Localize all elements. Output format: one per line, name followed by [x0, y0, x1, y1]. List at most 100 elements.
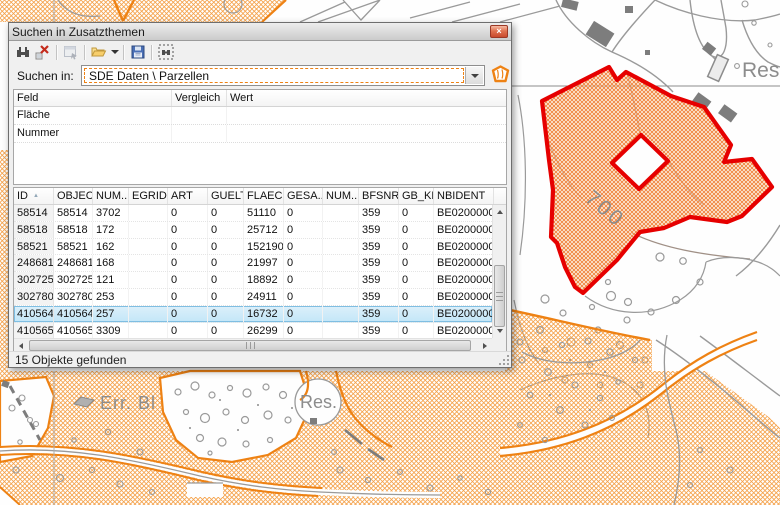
result-cell — [129, 222, 168, 238]
status-text: 15 Objekte gefunden — [15, 353, 126, 367]
result-row[interactable]: 58521585211620015219003590BE020000005 — [14, 239, 492, 256]
layer-symbol-button[interactable] — [491, 65, 510, 84]
result-cell: 410565 — [14, 323, 54, 338]
result-cell: BE020000005 — [434, 272, 492, 288]
result-cell: 410564 — [54, 306, 93, 322]
horizontal-scrollbar[interactable] — [14, 338, 492, 352]
result-cell — [129, 239, 168, 255]
fields-table-header[interactable]: FeldVergleichWert — [14, 90, 506, 107]
toolbar-separator — [123, 45, 125, 60]
combobox-dropdown-button[interactable] — [465, 67, 483, 84]
result-cell: 0 — [168, 272, 208, 288]
dialog-titlebar[interactable]: Suchen in Zusatzthemen × — [9, 23, 511, 41]
result-cell: 0 — [399, 323, 434, 338]
result-cell — [323, 255, 359, 271]
field-cell: Nummer — [14, 125, 172, 142]
scroll-down-button[interactable] — [493, 324, 507, 338]
results-column-header[interactable]: NUM... — [93, 188, 129, 204]
save-button[interactable] — [128, 43, 148, 61]
result-cell: 16732 — [244, 306, 284, 322]
chevron-down-icon — [111, 50, 119, 54]
results-column-header[interactable]: ART — [168, 188, 208, 204]
result-cell: 0 — [208, 272, 244, 288]
result-row[interactable]: 58514585143702005111003590BE020000005 — [14, 205, 492, 222]
close-button[interactable]: × — [490, 25, 508, 38]
field-row[interactable]: Nummer — [14, 125, 506, 143]
find-in-view-icon — [158, 44, 174, 60]
vertical-scrollbar-thumb[interactable] — [494, 265, 505, 327]
result-cell: 0 — [284, 306, 323, 322]
result-cell: BE020000005 — [434, 205, 492, 221]
result-cell: 21997 — [244, 255, 284, 271]
result-row[interactable]: 410564410564257001673203590BE020000005 — [14, 306, 492, 323]
result-cell: 0 — [208, 205, 244, 221]
scroll-up-button[interactable] — [493, 205, 507, 219]
resize-grip[interactable] — [498, 354, 510, 366]
result-cell: 257 — [93, 306, 129, 322]
result-cell: 18892 — [244, 272, 284, 288]
results-column-header[interactable]: GESA... — [284, 188, 323, 204]
results-table-header[interactable]: ID▲OBJEC...NUM...EGRIDARTGUELT...FLAEC..… — [14, 188, 506, 205]
clear-search-button[interactable] — [33, 43, 53, 61]
save-icon — [130, 44, 146, 60]
open-dropdown-button[interactable] — [109, 43, 120, 61]
scrollbar-corner — [492, 338, 506, 352]
result-cell: BE020000005 — [434, 222, 492, 238]
result-cell: 0 — [399, 239, 434, 255]
results-column-header[interactable]: NUM... — [323, 188, 359, 204]
result-cell: 0 — [284, 255, 323, 271]
fields-column-header[interactable]: Wert — [227, 90, 507, 106]
result-cell: 359 — [359, 222, 399, 238]
results-column-header[interactable]: BFSNR — [359, 188, 399, 204]
results-table[interactable]: ID▲OBJEC...NUM...EGRIDARTGUELT...FLAEC..… — [13, 187, 507, 353]
dialog-title: Suchen in Zusatzthemen — [12, 25, 490, 39]
field-row[interactable]: Fläche — [14, 107, 506, 125]
result-row[interactable]: 5851858518172002571203590BE020000005 — [14, 222, 492, 239]
search-in-combobox[interactable]: SDE Daten \ Parzellen — [81, 65, 485, 86]
result-cell: 0 — [168, 239, 208, 255]
fields-column-header[interactable]: Vergleich — [172, 90, 227, 106]
result-cell: 0 — [208, 306, 244, 322]
results-column-header[interactable]: GB_KR... — [399, 188, 434, 204]
result-row[interactable]: 248681248681168002199703590BE020000005 — [14, 255, 492, 272]
search-in-value: SDE Daten \ Parzellen — [84, 68, 464, 83]
show-form-button[interactable] — [61, 43, 81, 61]
result-cell: 0 — [284, 205, 323, 221]
result-cell: 0 — [284, 289, 323, 305]
results-column-header[interactable]: ID▲ — [14, 188, 54, 204]
result-row[interactable]: 302780302780253002491103590BE020000005 — [14, 289, 492, 306]
result-cell: 0 — [168, 306, 208, 322]
toolbar-separator — [151, 45, 153, 60]
query-fields-table[interactable]: FeldVergleichWert FlächeNummer — [13, 89, 507, 185]
result-cell: 168 — [93, 255, 129, 271]
open-button[interactable] — [89, 43, 109, 61]
result-cell: 302780 — [14, 289, 54, 305]
result-cell: 0 — [284, 222, 323, 238]
find-button[interactable] — [13, 43, 33, 61]
result-cell: 51110 — [244, 205, 284, 221]
results-column-header[interactable]: GUELT... — [208, 188, 244, 204]
results-table-body: 58514585143702005111003590BE020000005585… — [14, 205, 492, 338]
chevron-down-icon — [471, 74, 479, 78]
result-cell: 302725 — [14, 272, 54, 288]
open-folder-icon — [91, 44, 107, 60]
left-sliver-parcel — [0, 150, 8, 371]
result-cell: BE020000005 — [434, 306, 492, 322]
result-cell: 248681 — [54, 255, 93, 271]
results-column-header[interactable]: NBIDENT — [434, 188, 494, 204]
result-cell: 0 — [399, 255, 434, 271]
horizontal-scrollbar-thumb[interactable] — [29, 340, 471, 351]
fields-column-header[interactable]: Feld — [14, 90, 172, 106]
result-cell — [323, 205, 359, 221]
form-icon — [63, 44, 79, 60]
result-cell: 0 — [208, 222, 244, 238]
results-column-header[interactable]: OBJEC... — [54, 188, 93, 204]
results-column-header[interactable]: FLAEC... — [244, 188, 284, 204]
result-cell: 0 — [208, 255, 244, 271]
result-cell: 25712 — [244, 222, 284, 238]
result-row[interactable]: 4105654105653309002629903590BE020000005 — [14, 323, 492, 338]
vertical-scrollbar[interactable] — [492, 205, 506, 338]
find-in-view-button[interactable] — [156, 43, 176, 61]
result-row[interactable]: 302725302725121001889203590BE020000005 — [14, 272, 492, 289]
results-column-header[interactable]: EGRID — [129, 188, 168, 204]
